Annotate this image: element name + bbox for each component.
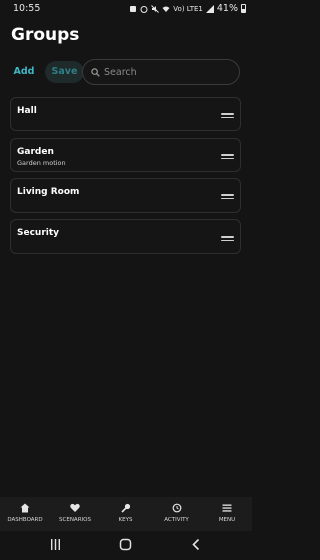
- signal-icon: [205, 4, 214, 13]
- search-box[interactable]: [82, 59, 240, 85]
- home-icon: [20, 503, 30, 513]
- nav-label: ACTIVITY: [164, 517, 189, 523]
- heart-icon: [70, 503, 80, 512]
- notification-icon: [130, 5, 137, 12]
- add-button[interactable]: Add: [9, 59, 39, 85]
- status-time: 10:55: [13, 3, 41, 14]
- key-icon: [120, 503, 130, 513]
- battery-icon: [241, 4, 246, 13]
- group-card-living-room[interactable]: Living Room: [10, 178, 241, 213]
- drag-handle-icon[interactable]: [221, 113, 234, 118]
- group-name: Living Room: [17, 187, 80, 197]
- recents-icon[interactable]: [49, 538, 62, 551]
- history-icon: [172, 503, 181, 513]
- nav-label: SCENARIOS: [59, 517, 91, 523]
- alarm-icon: [140, 5, 148, 13]
- drag-handle-icon[interactable]: [221, 154, 234, 159]
- drag-handle-icon[interactable]: [221, 236, 234, 241]
- network-label: Vo) LTE1: [173, 4, 203, 13]
- nav-scenarios[interactable]: SCENARIOS: [50, 497, 100, 531]
- group-card-security[interactable]: Security: [10, 219, 241, 254]
- toolbar: Add Save: [9, 59, 241, 85]
- back-icon[interactable]: [190, 538, 203, 551]
- save-button[interactable]: Save: [45, 61, 84, 83]
- page-title: Groups: [11, 25, 80, 45]
- nav-keys[interactable]: KEYS: [100, 497, 151, 531]
- group-name: Hall: [17, 106, 37, 116]
- search-icon: [91, 68, 100, 77]
- mute-icon: [151, 4, 160, 13]
- group-name: Garden: [17, 147, 54, 157]
- nav-label: MENU: [218, 517, 236, 523]
- nav-dashboard[interactable]: DASHBOARD: [0, 497, 50, 531]
- status-icons: Vo) LTE1 41%: [129, 3, 246, 14]
- group-subtitle: Garden motion: [17, 159, 66, 167]
- nav-activity[interactable]: ACTIVITY: [151, 497, 202, 531]
- home-button-icon[interactable]: [119, 538, 132, 551]
- nav-label: KEYS: [118, 517, 133, 523]
- nav-label: DASHBOARD: [7, 517, 43, 523]
- system-nav-bar: [0, 531, 252, 560]
- drag-handle-icon[interactable]: [221, 194, 234, 199]
- group-card-hall[interactable]: Hall: [10, 97, 241, 131]
- wifi-icon: [162, 6, 170, 12]
- nav-menu[interactable]: MENU: [202, 497, 252, 531]
- menu-icon: [222, 504, 232, 512]
- battery-percent: 41%: [216, 3, 238, 14]
- status-bar: 10:55 Vo) LTE1 41%: [0, 0, 252, 18]
- bottom-nav: DASHBOARD SCENARIOS KEYS ACTIVITY MENU: [0, 497, 252, 531]
- group-name: Security: [17, 228, 60, 238]
- search-input[interactable]: [104, 60, 234, 84]
- group-card-garden[interactable]: Garden Garden motion: [10, 138, 241, 172]
